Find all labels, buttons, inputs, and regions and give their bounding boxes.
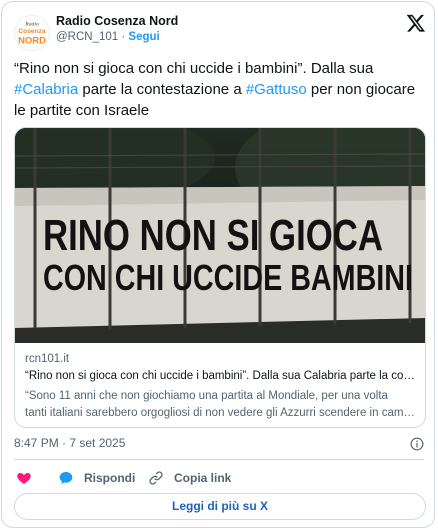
action-bar: Rispondi Copia link bbox=[14, 468, 424, 488]
tweet-header: Radio Cosenza NORD Radio Cosenza Nord @R… bbox=[14, 13, 426, 51]
follow-button[interactable]: Segui bbox=[128, 31, 159, 43]
read-more-button[interactable]: Leggi di più su X bbox=[14, 493, 426, 520]
account-handle[interactable]: @RCN_101 bbox=[56, 31, 118, 43]
banner-photo: RINO NON SI GIOCA CON CHI UCCIDE BAMBINI bbox=[15, 128, 425, 343]
link-description-line-2: tanti italiani sarebbero orgogliosi di n… bbox=[25, 407, 417, 419]
hashtag-gattuso-link[interactable]: #Gattuso bbox=[246, 81, 307, 98]
article-image[interactable]: RINO NON SI GIOCA CON CHI UCCIDE BAMBINI bbox=[15, 128, 425, 343]
copy-link-label: Copia link bbox=[174, 471, 232, 485]
separator-dot: · bbox=[121, 31, 126, 43]
avatar[interactable]: Radio Cosenza NORD bbox=[14, 15, 50, 51]
tweet-timestamp[interactable]: 8:47 PM · 7 set 2025 bbox=[14, 436, 125, 450]
reply-label: Rispondi bbox=[84, 471, 136, 485]
banner-text-line-1: RINO NON SI GIOCA bbox=[43, 211, 383, 260]
avatar-text-2: Cosenza bbox=[18, 28, 46, 35]
link-icon bbox=[149, 471, 163, 485]
tweet-text-part-2: parte la contestazione a bbox=[78, 81, 246, 98]
radio-logo-icon: Radio Cosenza NORD bbox=[15, 16, 49, 50]
link-description: “Sono 11 anni che non giochiamo una part… bbox=[25, 388, 417, 422]
account-name[interactable]: Radio Cosenza Nord bbox=[56, 14, 178, 28]
hashtag-calabria-link[interactable]: #Calabria bbox=[14, 81, 78, 98]
tweet-text: “Rino non si gioca con chi uccide i bamb… bbox=[14, 58, 424, 121]
link-title: “Rino non si gioca con chi uccide i bamb… bbox=[25, 370, 417, 382]
heart-icon bbox=[17, 473, 31, 484]
handle-line: @RCN_101 · Segui bbox=[56, 31, 160, 43]
tweet-card: Radio Cosenza NORD Radio Cosenza Nord @R… bbox=[1, 1, 435, 528]
reply-bubble-icon bbox=[59, 472, 73, 484]
info-icon[interactable] bbox=[410, 437, 424, 451]
link-preview-card[interactable]: RINO NON SI GIOCA CON CHI UCCIDE BAMBINI… bbox=[14, 127, 426, 428]
x-logo-icon[interactable] bbox=[406, 13, 426, 33]
reply-button[interactable]: Rispondi bbox=[58, 468, 135, 488]
avatar-text-1: Radio bbox=[24, 21, 39, 27]
tweet-text-part-1: “Rino non si gioca con chi uccide i bamb… bbox=[14, 60, 374, 77]
like-button[interactable] bbox=[16, 468, 42, 488]
divider bbox=[14, 459, 424, 460]
banner-text-line-2: CON CHI UCCIDE BAMBINI bbox=[43, 257, 413, 298]
link-domain: rcn101.it bbox=[25, 353, 70, 365]
copy-link-button[interactable]: Copia link bbox=[148, 468, 231, 488]
link-description-line-1: “Sono 11 anni che non giochiamo una part… bbox=[25, 390, 388, 402]
avatar-text-3: NORD bbox=[18, 35, 46, 46]
